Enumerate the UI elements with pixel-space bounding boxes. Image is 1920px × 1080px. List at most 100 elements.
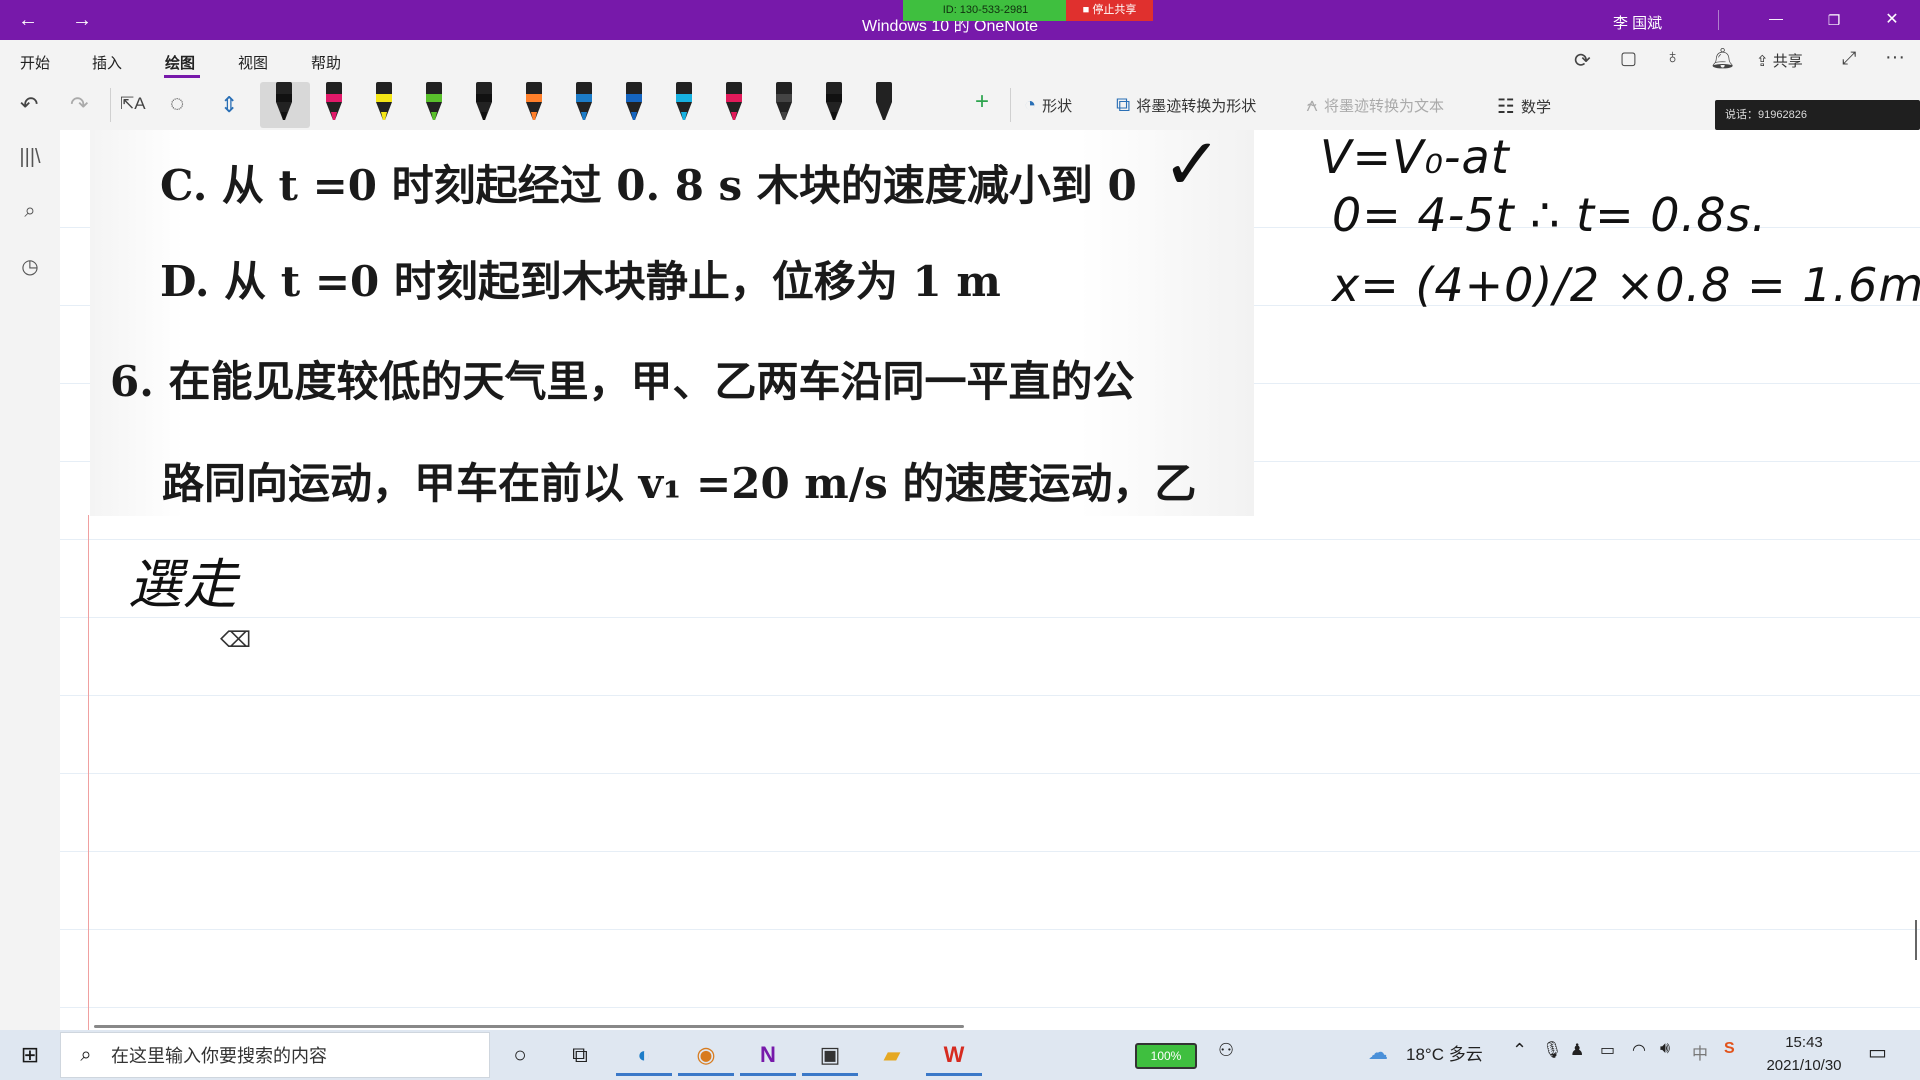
meeting-tooltip: 说话：91962826 xyxy=(1715,100,1920,130)
sync-icon[interactable]: ⟳ xyxy=(1574,48,1591,73)
file-explorer-icon[interactable]: ▰ xyxy=(864,1034,920,1076)
more-options-icon[interactable]: ··· xyxy=(1885,46,1905,69)
minimize-button[interactable]: — xyxy=(1756,0,1796,38)
wps-office-icon[interactable]: W xyxy=(926,1034,982,1076)
tab-insert[interactable]: 插入 xyxy=(92,52,122,73)
rule-line xyxy=(60,773,1920,774)
battery-tray-icon[interactable]: ▭ xyxy=(1600,1040,1615,1060)
pen-7-icon[interactable] xyxy=(570,80,598,126)
pen-4-icon[interactable] xyxy=(420,80,448,126)
recent-icon[interactable]: ◷ xyxy=(15,254,45,279)
ink-to-text-icon: ⍲ xyxy=(1306,94,1318,116)
screen-share-bar: ID: 130-533-2981 ■ 停止共享 xyxy=(903,0,1153,21)
taskbar-search-box[interactable]: ⌕ 在这里输入你要搜索的内容 xyxy=(60,1032,490,1078)
chevron-up-icon[interactable]: ⌃ xyxy=(1512,1040,1527,1061)
rule-line xyxy=(60,539,1920,540)
ribbon-tabs: 开始 插入 绘图 视图 帮助 ⟳ ▢ ♁ 🔔︎ ⇪ 共享 ⤢ ··· xyxy=(0,40,1920,80)
sogou-ime-icon[interactable]: S xyxy=(1724,1040,1735,1058)
windows-start-icon[interactable]: ⊞ xyxy=(0,1030,60,1080)
stop-share-label: 停止共享 xyxy=(1092,4,1137,16)
edge-browser-icon[interactable]: ◐ xyxy=(616,1034,672,1076)
restore-button[interactable]: ❐ xyxy=(1814,0,1854,40)
clock-time[interactable]: 15:43 xyxy=(1768,1034,1840,1051)
pen-13-icon[interactable] xyxy=(870,80,898,126)
media-app-icon[interactable]: ◉ xyxy=(678,1034,734,1076)
ink-equation-1: V=V₀-at xyxy=(1320,130,1510,184)
lightbulb-icon[interactable]: ♁ xyxy=(1665,46,1680,69)
type-select-icon[interactable]: ⇱A xyxy=(120,94,146,114)
qq-icon[interactable]: ♟ xyxy=(1570,1040,1584,1060)
scanned-problem-image[interactable]: C. 从 t =0 时刻起经过 0. 8 s 木块的速度减小到 0 ✓ D. 从… xyxy=(90,130,1254,516)
wifi-icon[interactable]: ◠ xyxy=(1632,1040,1646,1060)
task-view-icon[interactable]: ⧉ xyxy=(552,1034,608,1076)
pen-5-icon[interactable] xyxy=(470,80,498,126)
notebooks-icon[interactable]: |||\ xyxy=(15,146,45,169)
ink-to-text-label: 将墨迹转换为文本 xyxy=(1324,98,1445,115)
checkmark-ink: ✓ xyxy=(1162,130,1223,206)
pen-8-icon[interactable] xyxy=(620,80,648,126)
user-name[interactable]: 李 国斌 xyxy=(1613,12,1662,33)
camera-app-icon[interactable]: ▣ xyxy=(802,1034,858,1076)
pen-6-icon[interactable] xyxy=(520,80,548,126)
pen-1-icon[interactable] xyxy=(270,80,298,126)
pen-12-icon[interactable] xyxy=(820,80,848,126)
scan-line-6b: 路同向运动，甲车在前以 v₁ =20 m/s 的速度运动，乙 xyxy=(162,459,1197,508)
pen-3-icon[interactable] xyxy=(370,80,398,126)
shapes-label: 形状 xyxy=(1042,98,1073,115)
pen-2-icon[interactable] xyxy=(320,80,348,126)
add-space-icon[interactable]: ⇕ xyxy=(220,92,238,118)
rule-line xyxy=(60,929,1920,930)
share-button[interactable]: ⇪ 共享 xyxy=(1756,50,1803,71)
close-button[interactable]: ✕ xyxy=(1872,0,1912,40)
math-icon: ☷ xyxy=(1497,96,1515,118)
onenote-icon[interactable]: N xyxy=(740,1034,796,1076)
vertical-scrollbar[interactable] xyxy=(1915,920,1917,960)
redo-icon[interactable]: ↷ xyxy=(70,92,88,118)
weather-icon[interactable]: ☁ xyxy=(1368,1040,1388,1065)
forward-arrow-icon[interactable]: → xyxy=(62,0,102,40)
margin-line xyxy=(88,515,89,1030)
pen-11-icon[interactable] xyxy=(770,80,798,126)
search-placeholder: 在这里输入你要搜索的内容 xyxy=(111,1046,327,1066)
ink-equation-2: 0= 4-5t ∴ t= 0.8s. xyxy=(1332,188,1768,242)
tab-draw[interactable]: 绘图 xyxy=(165,52,195,73)
navigation-rail: |||\ ⌕ ◷ xyxy=(0,130,60,1030)
eraser-cursor-icon: ⌫ xyxy=(220,627,252,652)
tab-view[interactable]: 视图 xyxy=(238,52,268,73)
shapes-button[interactable]: ◔ 形状 xyxy=(1024,94,1072,117)
ink-to-text-button[interactable]: ⍲ 将墨迹转换为文本 xyxy=(1306,94,1444,117)
scan-line-c: C. 从 t =0 时刻起经过 0. 8 s 木块的速度减小到 0 xyxy=(160,161,1137,210)
notebook-icon[interactable]: ▢ xyxy=(1620,48,1637,69)
people-icon[interactable]: ⚇ xyxy=(1218,1040,1234,1061)
cortana-icon[interactable]: ○ xyxy=(492,1034,548,1076)
fullscreen-icon[interactable]: ⤢ xyxy=(1842,48,1856,69)
ink-to-shape-label: 将墨迹转换为形状 xyxy=(1136,98,1257,115)
page-canvas[interactable]: C. 从 t =0 时刻起经过 0. 8 s 木块的速度减小到 0 ✓ D. 从… xyxy=(60,130,1920,1030)
share-label: 共享 xyxy=(1772,53,1803,70)
pen-9-icon[interactable] xyxy=(670,80,698,126)
battery-percent: 100% xyxy=(1150,1049,1182,1063)
bell-icon[interactable]: 🔔︎ xyxy=(1710,46,1735,71)
math-button[interactable]: ☷ 数学 xyxy=(1497,94,1551,119)
tab-help[interactable]: 帮助 xyxy=(311,52,341,73)
weather-text[interactable]: 18°C 多云 xyxy=(1406,1040,1483,1065)
rule-line xyxy=(60,695,1920,696)
stop-share-button[interactable]: ■ 停止共享 xyxy=(1066,0,1153,21)
tab-home[interactable]: 开始 xyxy=(20,52,50,73)
ime-indicator[interactable]: 中 xyxy=(1692,1040,1708,1064)
ink-to-shape-button[interactable]: ⧉ 将墨迹转换为形状 xyxy=(1116,94,1256,117)
undo-icon[interactable]: ↶ xyxy=(20,92,38,118)
horizontal-scrollbar[interactable] xyxy=(94,1025,964,1028)
pen-10-icon[interactable] xyxy=(720,80,748,126)
toolbar-separator xyxy=(110,88,111,122)
microphone-icon[interactable]: 🎙︎ xyxy=(1542,1040,1562,1060)
add-pen-icon[interactable]: + xyxy=(975,88,989,116)
clock-date[interactable]: 2021/10/30 xyxy=(1760,1057,1848,1074)
lasso-select-icon[interactable]: ◌ xyxy=(170,90,184,118)
ink-equation-3: x= (4+0)/2 ×0.8 = 1.6m. xyxy=(1332,258,1920,312)
battery-indicator[interactable]: 100% xyxy=(1135,1043,1197,1069)
notification-center-icon[interactable]: ▭ xyxy=(1868,1040,1887,1065)
search-icon[interactable]: ⌕ xyxy=(15,200,45,223)
volume-icon[interactable]: 🔊︎ xyxy=(1660,1040,1670,1058)
back-arrow-icon[interactable]: ← xyxy=(8,0,48,40)
